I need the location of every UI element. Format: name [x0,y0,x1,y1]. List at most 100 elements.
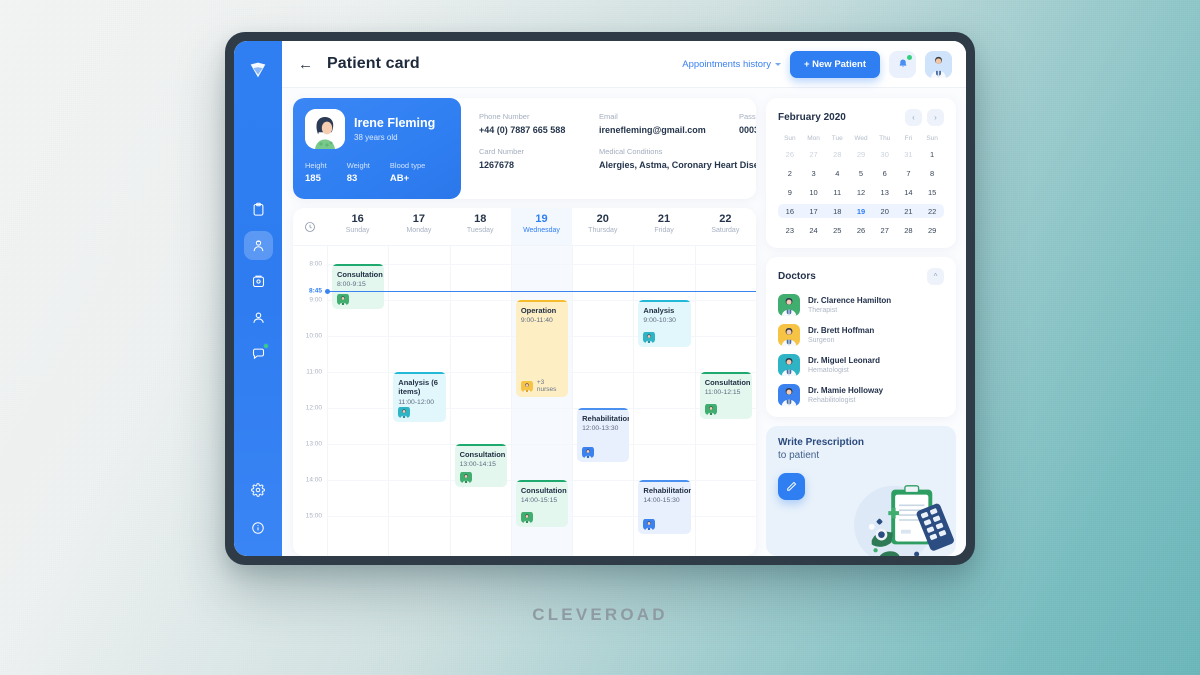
doctor-list-item[interactable]: Dr. Mamie Holloway Rehabilitologist [778,384,944,406]
schedule-column-22[interactable]: Consultation 11:00-12:15 [694,246,756,556]
calendar-day-9[interactable]: 9 [778,185,802,199]
appointment-title: Rehabilitation [643,486,691,495]
sidebar-item-help[interactable] [244,513,273,542]
appointment-card[interactable]: Rehabilitation 14:00-15:30 [638,480,691,534]
sidebar-item-profile[interactable] [244,303,273,332]
grid-line [511,408,573,409]
calendar-day-13[interactable]: 13 [873,185,897,199]
appointment-card[interactable]: Analysis (6 items) 11:00-12:00 [393,372,446,423]
doctor-info: Dr. Clarence Hamilton Therapist [808,296,891,315]
patient-avatar [305,109,345,149]
day-header-20[interactable]: 20 Thursday [572,208,633,245]
schedule-column-19[interactable]: Operation 9:00-11:40 +3 nurses Consultation… [510,246,573,556]
calendar-day-18[interactable]: 18 [825,204,850,218]
schedule-column-21[interactable]: Analysis 9:00-10:30 Rehabilitation 14:00-15… [633,246,695,556]
calendar-next-button[interactable]: › [927,109,944,126]
day-header-21[interactable]: 21 Friday [633,208,694,245]
appointment-card[interactable]: Operation 9:00-11:40 +3 nurses [515,300,569,398]
appointments-history-link[interactable]: Appointments history [682,59,781,70]
calendar-day-5[interactable]: 5 [849,166,873,180]
calendar-day-21[interactable]: 21 [896,204,921,218]
field-label: Email [599,112,618,121]
calendar-day-26[interactable]: 26 [778,147,802,161]
day-header-22[interactable]: 22 Saturday [695,208,756,245]
calendar-day-31[interactable]: 31 [897,147,921,161]
calendar-day-12[interactable]: 12 [849,185,873,199]
calendar-day-17[interactable]: 17 [801,204,826,218]
calendar-day-30[interactable]: 30 [873,147,897,161]
user-avatar[interactable] [925,50,952,78]
appointment-card[interactable]: Consultation 13:00-14:15 [454,444,507,488]
grid-line [573,516,634,517]
sidebar-item-patients[interactable] [243,231,273,260]
schedule-column-18[interactable]: Consultation 13:00-14:15 [449,246,511,556]
calendar-day-25[interactable]: 25 [825,223,849,237]
app-logo[interactable] [245,57,271,83]
appointment-card[interactable]: Consultation 8:00-9:15 [332,264,385,309]
calendar-day-4[interactable]: 4 [825,166,849,180]
appointment-doctor-avatar [582,446,595,458]
calendar-day-8[interactable]: 8 [920,166,944,180]
calendar-day-29[interactable]: 29 [849,147,873,161]
calendar-day-2[interactable]: 2 [778,166,802,180]
sidebar-item-records[interactable] [244,195,273,224]
doctor-list-item[interactable]: Dr. Miguel Leonard Hematologist [778,354,944,376]
doctor-avatar-icon [925,50,952,78]
calendar-weekday: Thu [879,135,891,142]
sidebar-item-doctors[interactable] [244,267,273,296]
calendar-day-29[interactable]: 29 [920,223,944,237]
doctors-list: Dr. Clarence Hamilton Therapist Dr. Brett … [778,294,944,406]
calendar-day-11[interactable]: 11 [825,185,849,199]
calendar-day-28[interactable]: 28 [825,147,849,161]
calendar-day-14[interactable]: 14 [897,185,921,199]
prescription-edit-button[interactable] [778,473,805,500]
new-patient-button[interactable]: + New Patient [789,50,880,78]
calendar-day-23[interactable]: 23 [778,223,802,237]
calendar-day-28[interactable]: 28 [897,223,921,237]
doctor-list-item[interactable]: Dr. Clarence Hamilton Therapist [778,294,944,316]
stat-value: 83 [346,173,358,184]
calendar-day-6[interactable]: 6 [873,166,897,180]
doctor-list-item[interactable]: Dr. Brett Hoffman Surgeon [778,324,944,346]
notifications-button[interactable] [889,50,916,78]
field-label: Passport [739,112,756,121]
calendar-day-7[interactable]: 7 [897,166,921,180]
appointment-doctor-avatar [398,406,411,419]
calendar-prev-button[interactable]: ‹ [905,109,922,126]
calendar-day-10[interactable]: 10 [802,185,826,199]
calendar-day-15[interactable]: 15 [920,185,944,199]
appointment-card[interactable]: Consultation 14:00-15:15 [515,480,569,527]
sidebar-item-messages[interactable] [244,339,273,368]
sidebar-item-settings[interactable] [244,475,273,504]
schedule-column-16[interactable]: Consultation 8:00-9:15 [327,246,389,556]
grid-line [389,516,450,517]
calendar-day-22[interactable]: 22 [920,204,944,218]
day-header-17[interactable]: 17 Monday [388,208,449,245]
appointment-card[interactable]: Rehabilitation 12:00-13:30 [577,408,630,462]
write-prescription-card[interactable]: Write Prescription to patient [766,426,956,556]
calendar-day-27[interactable]: 27 [873,223,897,237]
calendar-day-1[interactable]: 1 [920,147,944,161]
appointment-color-bar [393,372,446,375]
grid-line [695,480,756,481]
day-header-18[interactable]: 18 Tuesday [450,208,511,245]
appointment-card[interactable]: Analysis 9:00-10:30 [638,300,691,347]
calendar-day-16[interactable]: 16 [778,204,802,218]
day-header-16[interactable]: 16 Sunday [327,208,388,245]
day-weekday: Sunday [345,227,370,235]
appointment-time: 9:00-10:30 [643,317,676,325]
doctor-avatar [778,324,800,346]
calendar-day-19[interactable]: 19 [849,204,873,218]
calendar-day-3[interactable]: 3 [802,166,826,180]
day-header-19[interactable]: 19 Wednesday [510,208,573,245]
calendar-day-26[interactable]: 26 [849,223,873,237]
schedule-column-20[interactable]: Rehabilitation 12:00-13:30 [572,246,634,556]
calendar-day-27[interactable]: 27 [802,147,826,161]
appointment-card[interactable]: Consultation 11:00-12:15 [699,372,752,419]
back-arrow-icon[interactable]: ← [298,57,313,72]
schedule-column-17[interactable]: Analysis (6 items) 11:00-12:00 [388,246,450,556]
calendar-day-24[interactable]: 24 [802,223,826,237]
doctors-collapse-button[interactable]: ^ [927,268,944,285]
grid-line [328,516,389,517]
calendar-day-20[interactable]: 20 [872,204,897,218]
